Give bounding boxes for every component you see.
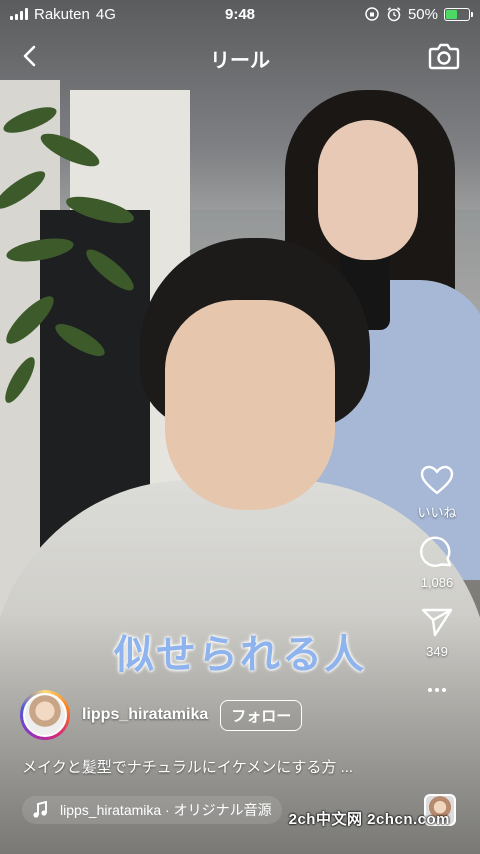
avatar (23, 693, 67, 737)
video-woman-face (318, 120, 418, 260)
audio-label: lipps_hiratamika · オリジナル音源 (60, 802, 272, 818)
video-plant (0, 107, 134, 403)
carrier-label: Rakuten (34, 5, 90, 23)
signal-icon (10, 8, 28, 20)
action-column: いいね 1,086 349 (410, 462, 464, 701)
status-left: Rakuten 4G (10, 6, 116, 23)
share-action[interactable]: 349 (419, 604, 455, 659)
comment-count: 1,086 (420, 575, 454, 590)
camera-button[interactable] (426, 38, 462, 74)
battery-icon (444, 7, 473, 21)
like-action[interactable]: いいね (417, 462, 457, 521)
camera-icon (428, 43, 460, 70)
audio-link[interactable]: lipps_hiratamika · オリジナル音源 (22, 796, 282, 824)
network-label: 4G (95, 5, 116, 23)
reels-header: リール (0, 34, 480, 78)
like-button[interactable] (419, 462, 455, 498)
alarm-icon (387, 7, 401, 22)
comment-icon (420, 536, 452, 567)
send-icon (421, 608, 453, 637)
music-note-icon (32, 801, 50, 819)
video-caption: 似せられる人 (114, 632, 366, 678)
share-button[interactable] (419, 604, 455, 640)
site-watermark: 2ch中文网 2chcn.com (288, 811, 450, 828)
more-options-icon[interactable] (419, 679, 455, 701)
page-title: リール (210, 50, 270, 72)
battery-percent: 50% (407, 5, 438, 23)
status-right: 50% (364, 5, 473, 23)
battery-fill (446, 9, 457, 19)
video-man-face (165, 300, 335, 510)
orientation-lock-icon (365, 7, 379, 21)
share-count: 349 (426, 644, 448, 659)
avatar-story-ring[interactable] (20, 690, 70, 740)
comment-action[interactable]: 1,086 (419, 535, 455, 590)
follow-button[interactable]: フォロー (220, 699, 303, 731)
username[interactable]: lipps_hiratamika (82, 706, 208, 724)
comment-button[interactable] (419, 535, 455, 571)
heart-icon (420, 465, 454, 495)
status-bar: Rakuten 4G 9:48 50% (0, 0, 480, 28)
like-label: いいね (417, 505, 457, 520)
status-time: 9:48 (224, 5, 256, 23)
author-row: lipps_hiratamika フォロー (20, 690, 303, 740)
post-description[interactable]: メイクと髪型でナチュラルにイケメンにする方 ... (22, 756, 353, 777)
